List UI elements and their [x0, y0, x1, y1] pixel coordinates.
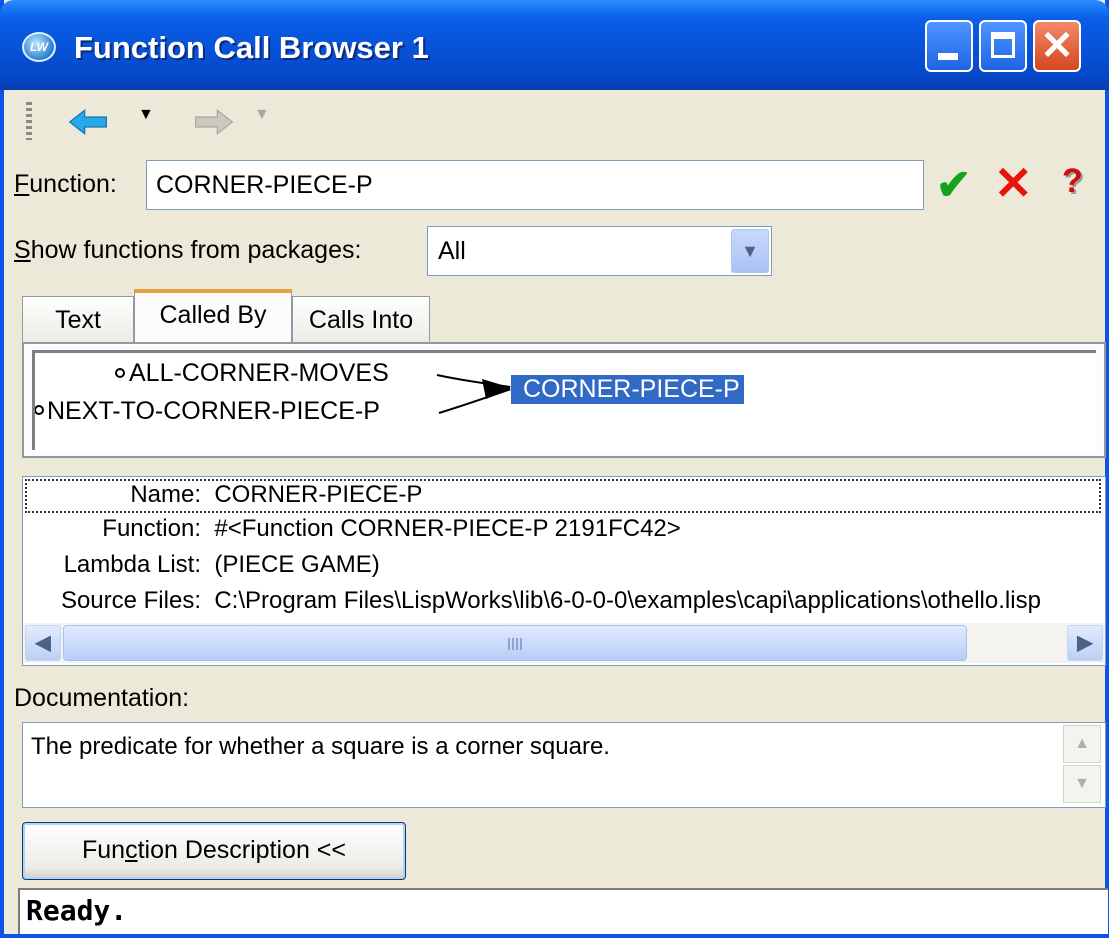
target-node-selected[interactable]: CORNER-PIECE-P	[511, 375, 744, 404]
status-bar: Ready.	[18, 888, 1108, 934]
toolbar: ▼ ▼	[4, 90, 1105, 152]
close-button[interactable]: ✕	[1033, 20, 1081, 72]
minimize-button[interactable]	[925, 20, 973, 72]
back-history-dropdown-icon[interactable]: ▼	[138, 106, 154, 124]
scroll-grip-icon	[508, 638, 524, 650]
packages-select-value: All	[438, 237, 466, 265]
scroll-left-icon[interactable]: ◀	[25, 625, 61, 661]
documentation-label: Documentation:	[14, 684, 190, 712]
tab-called-by[interactable]: Called By	[134, 289, 292, 342]
function-description-toggle-button[interactable]: Function Description <<	[22, 822, 406, 880]
help-question-icon[interactable]: ?	[1062, 162, 1083, 201]
function-label: Function:	[14, 170, 117, 198]
scrollbar-thumb[interactable]	[63, 625, 967, 661]
chevron-down-icon[interactable]: ▼	[731, 229, 769, 273]
cancel-x-icon[interactable]: ✕	[994, 156, 1033, 210]
back-arrow-icon[interactable]	[68, 104, 118, 140]
detail-row: Source Files: C:\Program Files\LispWorks…	[60, 587, 1041, 614]
close-icon: ✕	[1040, 24, 1074, 68]
vertical-scrollbar[interactable]: ▲ ▼	[1063, 725, 1103, 805]
call-graph-canvas[interactable]: ALL-CORNER-MOVES NEXT-TO-CORNER-PIECE-P …	[32, 350, 1096, 450]
call-graph-panel: ALL-CORNER-MOVES NEXT-TO-CORNER-PIECE-P …	[22, 342, 1106, 458]
minimize-icon	[938, 53, 958, 60]
toolbar-grip[interactable]	[26, 102, 32, 140]
scroll-up-icon[interactable]: ▲	[1063, 725, 1101, 763]
detail-row: Function: #<Function CORNER-PIECE-P 2191…	[102, 515, 681, 542]
caller-node[interactable]: NEXT-TO-CORNER-PIECE-P	[47, 397, 380, 426]
function-input[interactable]: CORNER-PIECE-P	[146, 160, 924, 210]
maximize-icon	[991, 32, 1015, 58]
lispworks-app-icon[interactable]: LW	[22, 32, 56, 62]
documentation-text-area[interactable]: The predicate for whether a square is a …	[22, 722, 1106, 808]
packages-select[interactable]: All ▼	[427, 226, 772, 276]
title-bar[interactable]: LW Function Call Browser 1 ✕	[0, 0, 1109, 90]
forward-history-dropdown-icon[interactable]: ▼	[254, 106, 270, 124]
documentation-text: The predicate for whether a square is a …	[31, 733, 610, 760]
caller-node[interactable]: ALL-CORNER-MOVES	[129, 359, 389, 388]
detail-row: Lambda List: (PIECE GAME)	[63, 551, 380, 578]
scroll-right-icon[interactable]: ▶	[1067, 625, 1103, 661]
detail-row: Name: CORNER-PIECE-P	[130, 481, 423, 508]
tab-calls-into[interactable]: Calls Into	[292, 296, 430, 342]
status-text: Ready.	[26, 894, 128, 927]
tab-text[interactable]: Text	[22, 296, 134, 342]
maximize-button[interactable]	[979, 20, 1027, 72]
window-title: Function Call Browser 1	[74, 30, 429, 65]
confirm-check-icon[interactable]: ✔	[936, 160, 971, 209]
packages-label: Show functions from packages:	[14, 236, 362, 264]
horizontal-scrollbar[interactable]: ◀ ▶	[23, 623, 1105, 663]
function-call-browser-window: LW Function Call Browser 1 ✕ ▼ ▼ Functio…	[0, 0, 1109, 938]
function-details-list[interactable]: Name: CORNER-PIECE-P Function: #<Functio…	[22, 476, 1106, 666]
forward-arrow-icon[interactable]	[184, 104, 234, 140]
scroll-down-icon[interactable]: ▼	[1063, 765, 1101, 803]
